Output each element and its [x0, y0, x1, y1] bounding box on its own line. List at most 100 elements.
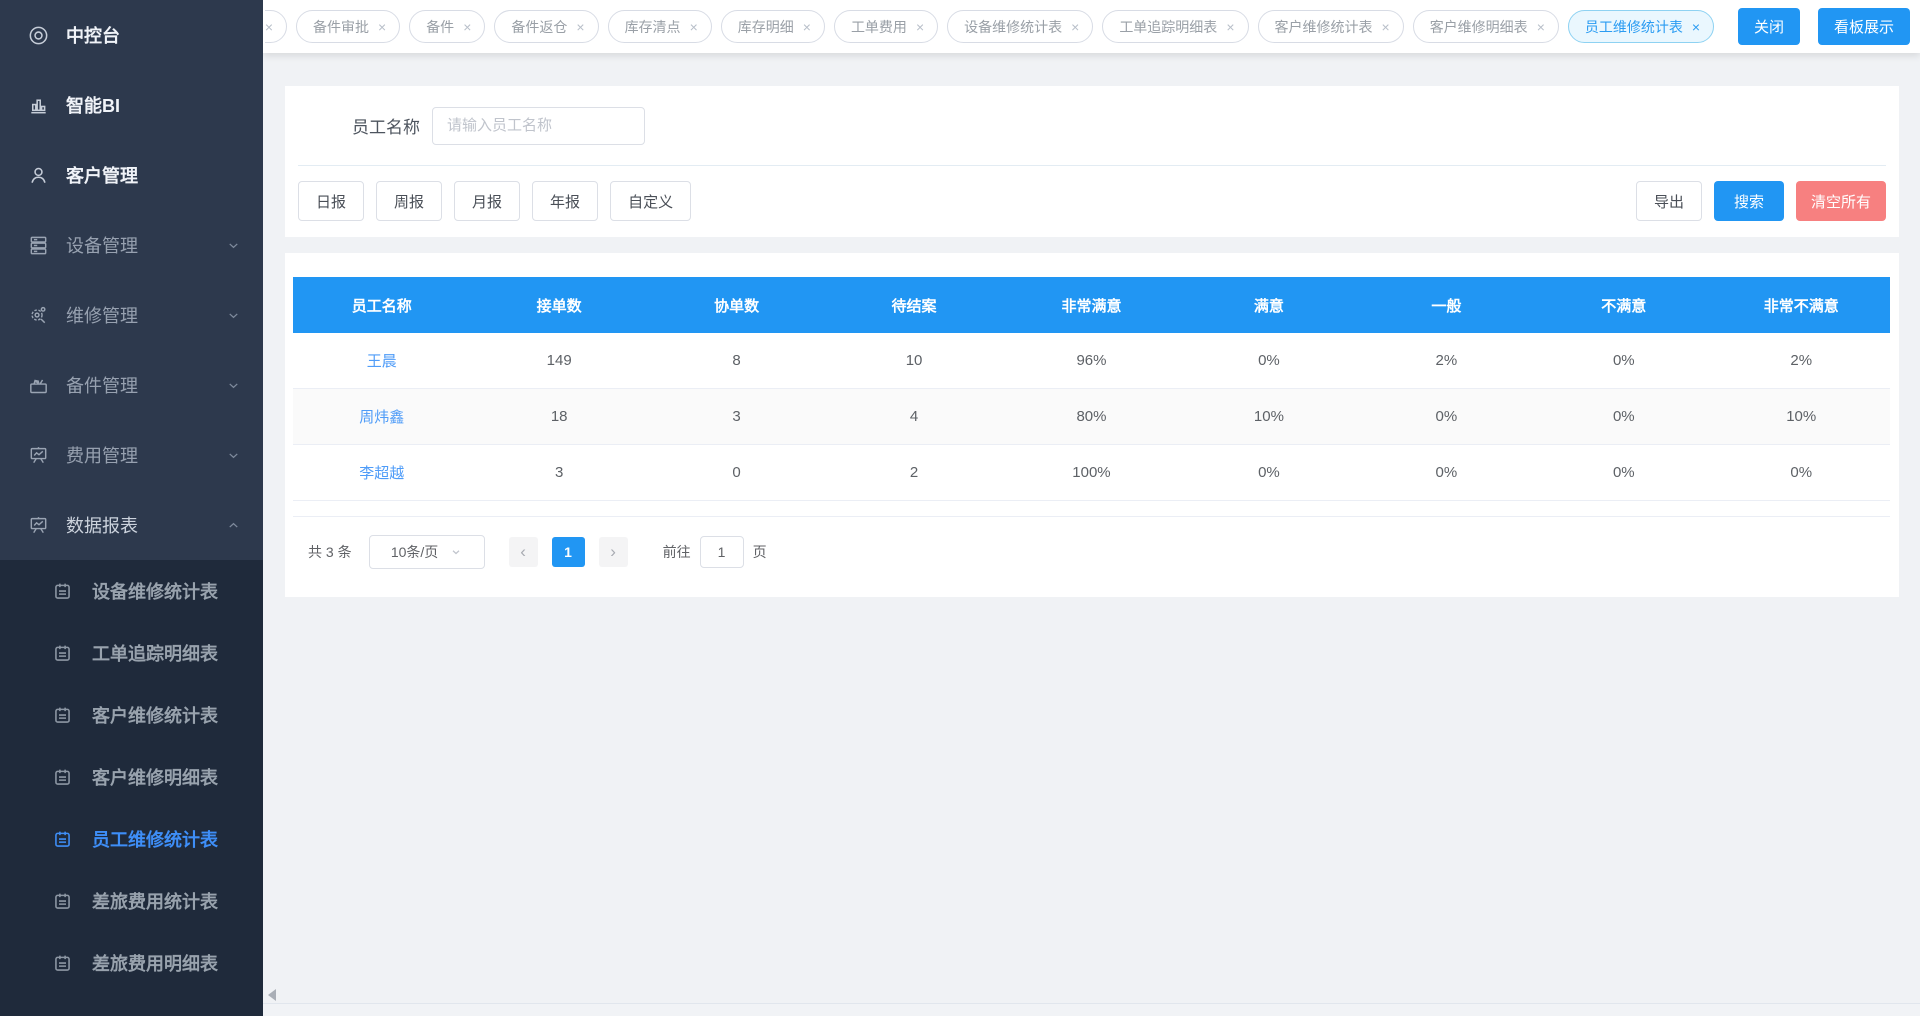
employee-name-link[interactable]: 周炜鑫 — [293, 406, 470, 427]
report-sheet-icon — [52, 953, 73, 974]
table-cell: 0% — [1713, 464, 1890, 481]
console-icon — [27, 24, 50, 47]
open-tabs: × 备件审批 × 备件 × 备件返仓 × 库存清点 × 库存明细 × 工单费用 … — [265, 10, 1724, 43]
yearly-report-button[interactable]: 年报 — [532, 181, 598, 221]
results-card: 员工名称 接单数 协单数 待结案 非常满意 满意 一般 不满意 非常不满意 王晨… — [285, 253, 1899, 597]
close-icon[interactable]: × — [690, 20, 698, 34]
search-button[interactable]: 搜索 — [1714, 181, 1784, 221]
horizontal-scrollbar-track[interactable] — [263, 1003, 1920, 1016]
sidebar-item-label: 维修管理 — [66, 302, 138, 328]
tab-label: 客户维修统计表 — [1275, 17, 1373, 37]
employee-name-link[interactable]: 王晨 — [293, 350, 470, 371]
sidebar-item-reports[interactable]: 数据报表 — [0, 490, 263, 560]
table-cell: 0% — [1358, 408, 1535, 425]
report-sheet-icon — [52, 581, 73, 602]
tab-label: 工单追踪明细表 — [1119, 17, 1217, 37]
weekly-report-button[interactable]: 周报 — [376, 181, 442, 221]
tab-employee-repair-stats[interactable]: 员工维修统计表 × — [1568, 10, 1714, 43]
tab-label: 库存清点 — [625, 17, 681, 37]
next-page-button[interactable]: › — [599, 537, 628, 567]
sidebar-item-bi[interactable]: 智能BI — [0, 70, 263, 140]
tab-stock-count[interactable]: 库存清点 × — [608, 10, 712, 43]
close-icon[interactable]: × — [1537, 20, 1545, 34]
daily-report-button[interactable]: 日报 — [298, 181, 364, 221]
column-header: 不满意 — [1535, 295, 1712, 316]
reports-submenu: 设备维修统计表 工单追踪明细表 客户维修统计表 客户维修明细表 员工维修统计表 — [0, 560, 263, 1016]
tab-stock-detail[interactable]: 库存明细 × — [721, 10, 825, 43]
sidebar-item-spare-parts[interactable]: 备件管理 — [0, 350, 263, 420]
tab-customer-repair-stats[interactable]: 客户维修统计表 × — [1258, 10, 1404, 43]
sidebar-item-label: 客户管理 — [66, 162, 138, 188]
export-button[interactable]: 导出 — [1636, 181, 1702, 221]
tab-workorder-cost[interactable]: 工单费用 × — [834, 10, 938, 43]
chevron-down-icon — [226, 238, 241, 253]
tab-workorder-tracking[interactable]: 工单追踪明细表 × — [1102, 10, 1248, 43]
tab-label: 备件审批 — [313, 17, 369, 37]
tab-spare-approval[interactable]: 备件审批 × — [296, 10, 400, 43]
dashboard-display-button[interactable]: 看板展示 — [1818, 8, 1910, 45]
clear-all-button[interactable]: 清空所有 — [1796, 181, 1886, 221]
chevron-down-icon — [226, 378, 241, 393]
scroll-left-arrow-icon[interactable] — [268, 989, 276, 1001]
table-cell: 0% — [1180, 352, 1357, 369]
close-icon[interactable]: × — [576, 20, 584, 34]
filter-action-buttons: 导出 搜索 清空所有 — [1636, 181, 1886, 221]
table-cell: 18 — [470, 408, 647, 425]
close-icon[interactable]: × — [1226, 20, 1234, 34]
sidebar-item-devices[interactable]: 设备管理 — [0, 210, 263, 280]
sidebar-subitem-travel-expense-stats[interactable]: 差旅费用统计表 — [0, 870, 263, 932]
sidebar-subitem-customer-repair-detail[interactable]: 客户维修明细表 — [0, 746, 263, 808]
page-number-button[interactable]: 1 — [552, 537, 585, 567]
goto-page-input[interactable] — [700, 536, 744, 568]
table-row: 周炜鑫 18 3 4 80% 10% 0% 0% 10% — [293, 389, 1890, 445]
sidebar-subitem-label: 差旅费用明细表 — [92, 950, 218, 976]
sidebar-subitem-label: 员工维修统计表 — [92, 826, 218, 852]
sidebar-item-customers[interactable]: 客户管理 — [0, 140, 263, 210]
tab-device-repair-stats[interactable]: 设备维修统计表 × — [947, 10, 1093, 43]
total-count-label: 共 3 条 — [308, 542, 352, 562]
table-cell: 2 — [825, 464, 1002, 481]
page-size-value: 10条/页 — [391, 542, 438, 562]
close-icon[interactable]: × — [265, 20, 273, 34]
table-cell: 0% — [1535, 464, 1712, 481]
prev-page-button[interactable]: ‹ — [509, 537, 538, 567]
employee-name-link[interactable]: 李超越 — [293, 462, 470, 483]
close-icon[interactable]: × — [1382, 20, 1390, 34]
close-icon[interactable]: × — [916, 20, 924, 34]
close-icon[interactable]: × — [463, 20, 471, 34]
sidebar-subitem-employee-repair-stats[interactable]: 员工维修统计表 — [0, 808, 263, 870]
custom-report-button[interactable]: 自定义 — [610, 181, 691, 221]
column-header: 非常不满意 — [1713, 295, 1890, 316]
device-icon — [27, 234, 50, 257]
tab-label: 工单费用 — [851, 17, 907, 37]
chevron-up-icon — [226, 518, 241, 533]
tab-clipped[interactable]: × — [265, 10, 287, 43]
tab-bar-actions: 关闭 看板展示 — [1738, 8, 1910, 45]
close-icon[interactable]: × — [1692, 20, 1700, 34]
employee-name-input[interactable] — [432, 107, 645, 145]
tab-customer-repair-detail[interactable]: 客户维修明细表 × — [1413, 10, 1559, 43]
monthly-report-button[interactable]: 月报 — [454, 181, 520, 221]
tab-label: 库存明细 — [738, 17, 794, 37]
sidebar-item-repairs[interactable]: 维修管理 — [0, 280, 263, 350]
sidebar-item-expenses[interactable]: 费用管理 — [0, 420, 263, 490]
employee-name-label: 员工名称 — [352, 113, 420, 138]
page-size-select[interactable]: 10条/页 — [369, 535, 485, 569]
sidebar-subitem-label: 差旅费用统计表 — [92, 888, 218, 914]
tab-spare-return[interactable]: 备件返仓 × — [494, 10, 598, 43]
pagination: 共 3 条 10条/页 ‹ 1 › 前往 页 — [293, 535, 1890, 569]
tab-spare-parts[interactable]: 备件 × — [409, 10, 485, 43]
sidebar: 中控台 智能BI 客户管理 设备管理 维修管理 备件 — [0, 0, 263, 1016]
sidebar-subitem-device-repair-stats[interactable]: 设备维修统计表 — [0, 560, 263, 622]
sidebar-item-console[interactable]: 中控台 — [0, 0, 263, 70]
table-cell: 80% — [1003, 408, 1180, 425]
sidebar-subitem-customer-repair-stats[interactable]: 客户维修统计表 — [0, 684, 263, 746]
close-icon[interactable]: × — [1071, 20, 1079, 34]
sidebar-subitem-workorder-tracking[interactable]: 工单追踪明细表 — [0, 622, 263, 684]
close-tabs-button[interactable]: 关闭 — [1738, 8, 1800, 45]
sidebar-subitem-travel-expense-detail[interactable]: 差旅费用明细表 — [0, 932, 263, 994]
tab-label: 设备维修统计表 — [964, 17, 1062, 37]
close-icon[interactable]: × — [378, 20, 386, 34]
close-icon[interactable]: × — [803, 20, 811, 34]
table-cell: 0% — [1358, 464, 1535, 481]
